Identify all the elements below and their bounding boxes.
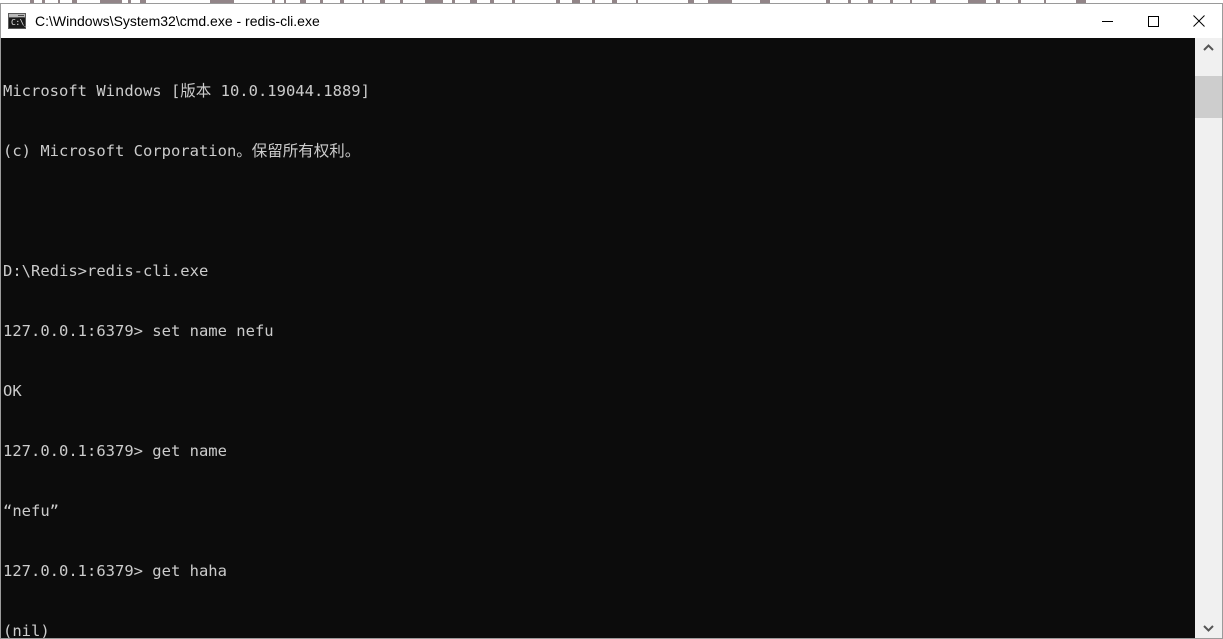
chevron-up-icon — [1203, 44, 1214, 51]
scrollbar-thumb[interactable] — [1195, 76, 1222, 118]
close-icon — [1193, 15, 1205, 27]
scroll-up-button[interactable] — [1195, 38, 1222, 58]
maximize-icon — [1147, 15, 1159, 27]
title-bar[interactable]: C:\_ C:\Windows\System32\cmd.exe - redis… — [1, 4, 1222, 38]
console-line: “nefu” — [3, 502, 59, 520]
cmd-console-icon: C:\_ — [8, 13, 29, 29]
maximize-button[interactable] — [1130, 4, 1176, 38]
console-line: D:\Redis>redis-cli.exe — [3, 262, 209, 280]
cmd-window: C:\_ C:\Windows\System32\cmd.exe - redis… — [0, 4, 1223, 639]
window-title: C:\Windows\System32\cmd.exe - redis-cli.… — [35, 13, 320, 29]
minimize-button[interactable] — [1084, 4, 1130, 38]
console-line: (c) Microsoft Corporation。保留所有权利。 — [3, 142, 361, 160]
console-line: 127.0.0.1:6379> get name — [3, 442, 227, 460]
chevron-down-icon — [1203, 625, 1214, 632]
minimize-icon — [1101, 20, 1113, 22]
console-line: 127.0.0.1:6379> set name nefu — [3, 322, 274, 340]
console-line: Microsoft Windows [版本 10.0.19044.1889] — [3, 82, 370, 100]
console-area: Microsoft Windows [版本 10.0.19044.1889] (… — [1, 38, 1222, 638]
console-line: 127.0.0.1:6379> get haha — [3, 562, 227, 580]
close-button[interactable] — [1176, 4, 1222, 38]
vertical-scrollbar[interactable] — [1194, 38, 1222, 638]
scroll-down-button[interactable] — [1195, 618, 1222, 638]
console-output[interactable]: Microsoft Windows [版本 10.0.19044.1889] (… — [1, 38, 1194, 638]
console-line: (nil) — [3, 622, 50, 638]
window-controls — [1084, 4, 1222, 38]
cmd-icon-prompt-glyph: C:\_ — [11, 18, 29, 27]
scrollbar-track[interactable] — [1195, 58, 1222, 618]
console-line: OK — [3, 382, 22, 400]
